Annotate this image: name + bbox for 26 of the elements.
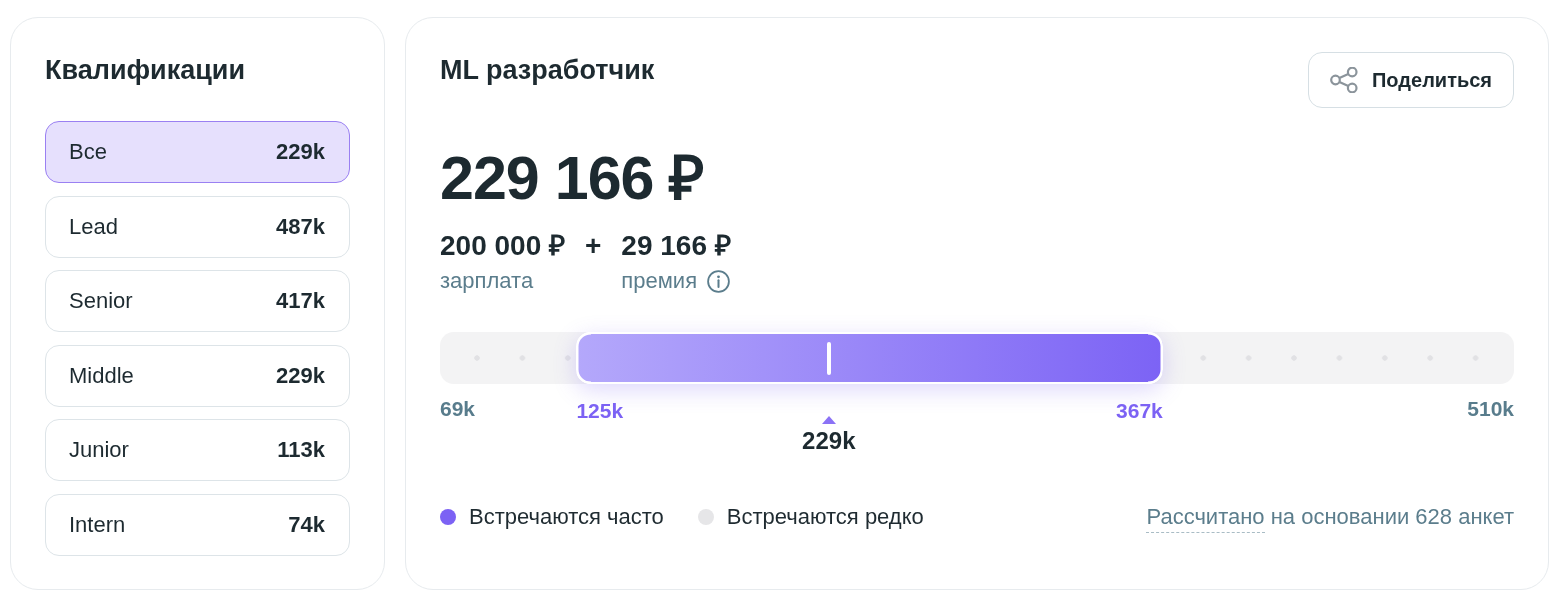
- range-high-label: 367k: [1116, 399, 1163, 423]
- plus-sign: +: [585, 231, 602, 261]
- bonus-label: премия: [621, 269, 698, 293]
- salary-label: зарплата: [440, 269, 535, 293]
- calculation-link[interactable]: Рассчитано: [1146, 504, 1265, 533]
- qualification-item[interactable]: Junior 113k: [45, 419, 350, 481]
- legend-label: Встречаются редко: [726, 505, 924, 529]
- scale-min-label: 69k: [440, 397, 476, 421]
- qualification-item[interactable]: Все 229k: [45, 121, 350, 183]
- total-salary: 229 166 ₽: [440, 146, 706, 210]
- legend-label: Встречаются часто: [469, 505, 664, 529]
- job-title: ML разработчик: [440, 55, 655, 85]
- median-label: 229k: [802, 427, 856, 454]
- qualification-item[interactable]: Senior 417k: [45, 270, 350, 332]
- qualification-item[interactable]: Middle 229k: [45, 344, 350, 407]
- salary-amount: 200 000 ₽: [440, 231, 565, 261]
- share-icon: [1330, 67, 1358, 93]
- bonus-amount: 29 166 ₽: [621, 231, 731, 261]
- qualification-item[interactable]: Intern 74k: [45, 493, 350, 556]
- info-icon[interactable]: [707, 269, 731, 293]
- range-low-label: 125k: [576, 399, 624, 423]
- scale-max-label: 510k: [1467, 397, 1514, 421]
- panel-title: Квалификации: [45, 55, 247, 85]
- qualification-item[interactable]: Lead 487k: [45, 195, 350, 258]
- share-button[interactable]: Поделиться: [1308, 52, 1514, 108]
- triangle-icon: [821, 416, 836, 424]
